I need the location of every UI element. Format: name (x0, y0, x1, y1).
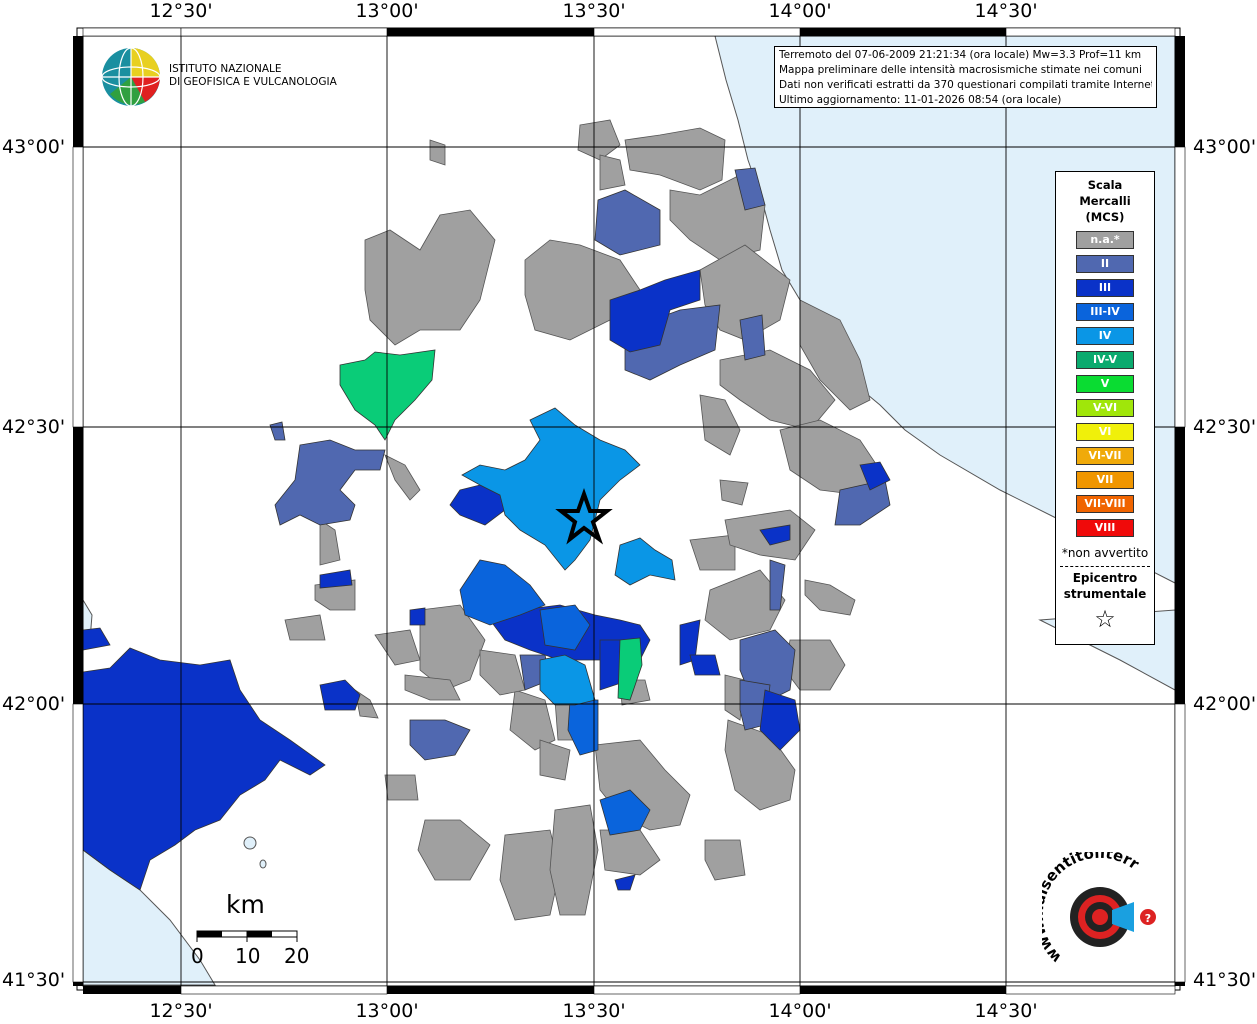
legend-swatch: III-IV (1076, 303, 1134, 321)
legend-star-icon: ☆ (1094, 605, 1116, 633)
tick-right-2: 42°30' (1193, 416, 1257, 438)
event-info-box: Terremoto del 07-06-2009 21:21:34 (ora l… (774, 46, 1157, 108)
legend-swatch: VII (1076, 471, 1134, 489)
tick-right-4: 41°30' (1193, 969, 1257, 991)
haisentito-logo-icon: ? www.haisentitoilterremoto.it (1042, 852, 1156, 967)
tick-right-1: 43°00' (1193, 136, 1257, 158)
info-line-3: Dati non verificati estratti da 370 ques… (779, 79, 1152, 91)
scale-label-20: 20 (284, 944, 310, 968)
mcs-legend: Scala Mercalli (MCS) n.a.* II III III-IV IV I… (1055, 171, 1155, 645)
legend-swatch: II (1076, 255, 1134, 273)
legend-epicenter-label: Epicentro strumentale (1056, 570, 1154, 602)
legend-swatch: IV-V (1076, 351, 1134, 369)
legend-swatch: VI (1076, 423, 1134, 441)
info-line-1: Terremoto del 07-06-2009 21:21:34 (ora l… (779, 49, 1142, 61)
legend-items: n.a.* II III III-IV IV IV-V V V-VI VI VI-VII VII VI… (1056, 231, 1154, 537)
legend-swatch: VI-VII (1076, 447, 1134, 465)
legend-divider (1060, 566, 1150, 567)
ingv-name: ISTITUTO NAZIONALE DI GEOFISICA E VULCAN… (169, 63, 337, 89)
legend-title: Scala Mercalli (MCS) (1056, 177, 1154, 225)
tick-left-2: 42°30' (2, 416, 66, 438)
legend-swatch: V-VI (1076, 399, 1134, 417)
tick-bottom-5: 14°30' (974, 1000, 1038, 1022)
lake (259, 859, 267, 869)
tick-top-2: 13°00' (355, 0, 419, 22)
info-line-2: Mappa preliminare delle intensità macros… (779, 64, 1142, 76)
scale-label-0: 0 (191, 944, 204, 968)
tick-top-5: 14°30' (974, 0, 1038, 22)
ingv-globe-logo-icon (101, 47, 161, 107)
tick-left-1: 43°00' (2, 136, 66, 158)
tick-bottom-3: 13°30' (562, 1000, 626, 1022)
tick-top-3: 13°30' (562, 0, 626, 22)
legend-title-3: (MCS) (1085, 210, 1125, 224)
scale-bar-graphic (196, 930, 298, 942)
legend-swatch: V (1076, 375, 1134, 393)
ingv-name-line2: DI GEOFISICA E VULCANOLOGIA (169, 76, 337, 88)
lake (243, 836, 257, 850)
tick-bottom-4: 14°00' (768, 1000, 832, 1022)
legend-swatch: III (1076, 279, 1134, 297)
tick-top-4: 14°00' (768, 0, 832, 22)
svg-text:?: ? (1145, 912, 1151, 925)
legend-epicenter-1: Epicentro (1072, 571, 1138, 585)
info-line-4: Ultimo aggiornamento: 11-01-2026 08:54 (… (779, 94, 1062, 106)
legend-swatch: VIII (1076, 519, 1134, 537)
legend-swatch: n.a.* (1076, 231, 1134, 249)
tick-top-1: 12°30' (149, 0, 213, 22)
tick-left-4: 41°30' (2, 969, 66, 991)
tick-bottom-1: 12°30' (149, 1000, 213, 1022)
tick-bottom-2: 13°00' (355, 1000, 419, 1022)
legend-title-1: Scala (1087, 178, 1123, 192)
legend-na-note: *non avvertito (1061, 546, 1149, 560)
tick-left-3: 42°00' (2, 693, 66, 715)
ingv-name-line1: ISTITUTO NAZIONALE (169, 63, 282, 75)
legend-title-2: Mercalli (1079, 194, 1131, 208)
scale-unit: km (226, 890, 265, 919)
legend-swatch: IV (1076, 327, 1134, 345)
tick-right-3: 42°00' (1193, 693, 1257, 715)
scale-label-10: 10 (235, 944, 261, 968)
legend-swatch: VII-VIII (1076, 495, 1134, 513)
legend-epicenter-2: strumentale (1063, 587, 1147, 601)
